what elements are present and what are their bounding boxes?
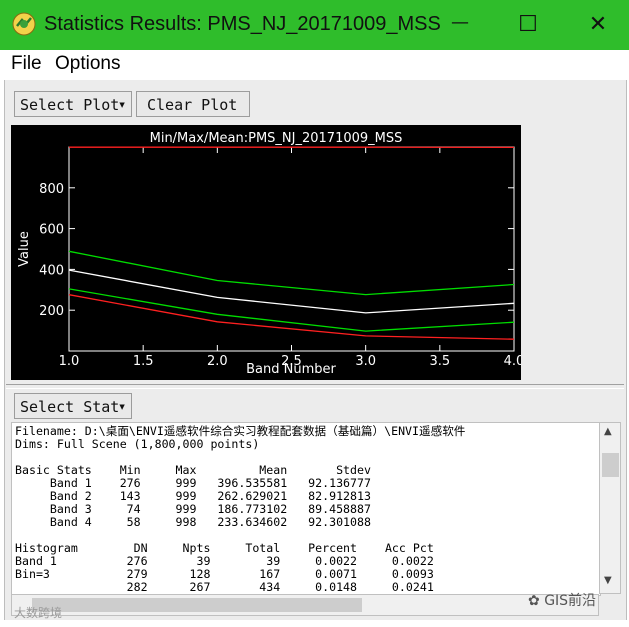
- select-plot-label: Select Plot: [20, 96, 120, 114]
- close-button[interactable]: ✕: [575, 6, 621, 44]
- select-stat-label: Select Stat: [20, 398, 120, 416]
- plot-axes: 1.0 1.5 2.0 2.5 3.0 3.5 4.0200400600800: [39, 146, 521, 369]
- y-tick-label: 800: [39, 182, 64, 197]
- select-plot-button[interactable]: Select Plot▼: [14, 91, 132, 117]
- stats-text-area[interactable]: Filename: D:\桌面\ENVI遥感软件综合实习教程配套数据（基础篇）\…: [11, 422, 601, 596]
- plot-series: [68, 146, 515, 340]
- window-title: Statistics Results: PMS_NJ_20171009_MSS: [44, 13, 441, 35]
- watermark-right-text: GIS前沿: [544, 593, 597, 609]
- x-tick-label: 3.0: [355, 354, 376, 369]
- y-tick-label: 200: [39, 304, 64, 319]
- menu-bar: File Options: [4, 50, 625, 78]
- plot-title: Min/Max/Mean:PMS_NJ_20171009_MSS: [150, 131, 403, 146]
- maximize-button[interactable]: ☐: [505, 6, 551, 44]
- envi-app-icon: [12, 12, 36, 36]
- clear-plot-button[interactable]: Clear Plot: [136, 91, 250, 117]
- series-line-mean-stdev: [68, 288, 515, 332]
- y-tick-label: 400: [39, 263, 64, 278]
- minimize-button[interactable]: —: [437, 6, 483, 44]
- x-tick-label: 1.5: [133, 354, 154, 369]
- plot-frame: [68, 146, 515, 352]
- y-axis-label: Value: [17, 231, 32, 267]
- menu-file[interactable]: File: [11, 53, 42, 75]
- vertical-scroll-thumb[interactable]: [602, 453, 619, 477]
- x-tick-label: 4.0: [504, 354, 521, 369]
- x-axis-label: Band Number: [246, 362, 336, 377]
- wechat-icon: ✿: [528, 593, 545, 609]
- vertical-scrollbar[interactable]: ▲ ▼: [599, 422, 621, 594]
- x-tick-label: 3.5: [429, 354, 450, 369]
- stats-text: Filename: D:\桌面\ENVI遥感软件综合实习教程配套数据（基础篇）\…: [15, 424, 466, 594]
- horizontal-scroll-thumb[interactable]: [32, 598, 362, 612]
- y-tick-label: 600: [39, 223, 64, 238]
- title-bar: Statistics Results: PMS_NJ_20171009_MSS …: [0, 0, 629, 50]
- statistics-plot: Min/Max/Mean:PMS_NJ_20171009_MSS 1.0 1.5 2…: [11, 125, 521, 380]
- x-tick-label: 2.0: [207, 354, 228, 369]
- dropdown-caret-icon: ▼: [119, 402, 125, 413]
- series-line-mean-stdev: [68, 250, 515, 296]
- series-line-min: [68, 294, 515, 340]
- dropdown-caret-icon: ▼: [119, 100, 125, 111]
- scroll-up-icon[interactable]: ▲: [604, 426, 612, 437]
- clear-plot-label: Clear Plot: [147, 96, 238, 114]
- scroll-down-icon[interactable]: ▼: [604, 575, 612, 586]
- x-tick-label: 1.0: [59, 354, 80, 369]
- watermark-right: ✿ GIS前沿: [528, 590, 596, 610]
- panel-divider: [6, 384, 624, 389]
- select-stat-button[interactable]: Select Stat▼: [14, 393, 132, 419]
- menu-options[interactable]: Options: [55, 53, 120, 75]
- horizontal-scrollbar[interactable]: [11, 594, 599, 616]
- watermark-left: 大数跨境: [14, 606, 63, 620]
